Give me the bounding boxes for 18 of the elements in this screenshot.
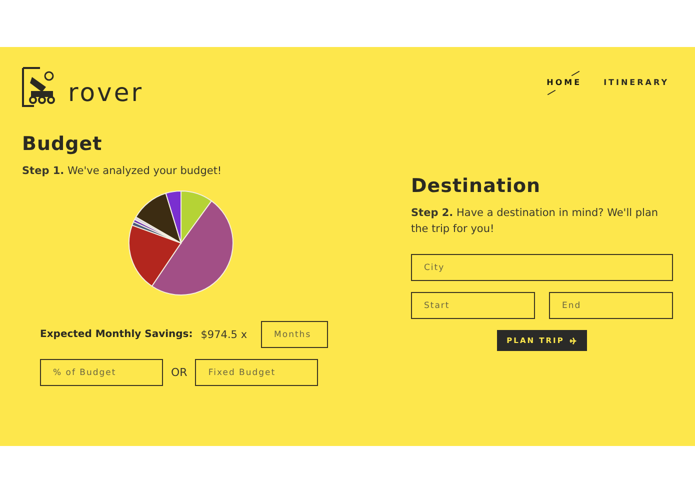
rover-logo-icon xyxy=(22,67,58,107)
brand-name: rover xyxy=(68,80,144,105)
city-field[interactable]: City xyxy=(411,254,673,281)
or-text: OR xyxy=(171,366,188,379)
section-title: Destination xyxy=(411,175,542,197)
fixed-budget-field[interactable]: Fixed Budget xyxy=(195,359,318,386)
months-field[interactable]: Months xyxy=(261,321,328,348)
step-text: Step 1. We've analyzed your budget! xyxy=(22,164,223,179)
percent-budget-field[interactable]: % of Budget xyxy=(40,359,163,386)
start-field[interactable]: Start xyxy=(411,292,535,319)
nav-link[interactable]: HOME xyxy=(542,69,586,97)
end-field[interactable]: End xyxy=(549,292,673,319)
section-title: Budget xyxy=(22,133,104,155)
savings-value: $974.5 x xyxy=(200,328,248,340)
nav-link[interactable]: ITINERARY xyxy=(600,69,673,97)
airplane-icon xyxy=(569,336,578,344)
step-text: Step 2. Have a destination in mind? We'll plan the trip for you! xyxy=(411,206,660,237)
savings-label: Expected Monthly Savings: xyxy=(40,329,193,340)
